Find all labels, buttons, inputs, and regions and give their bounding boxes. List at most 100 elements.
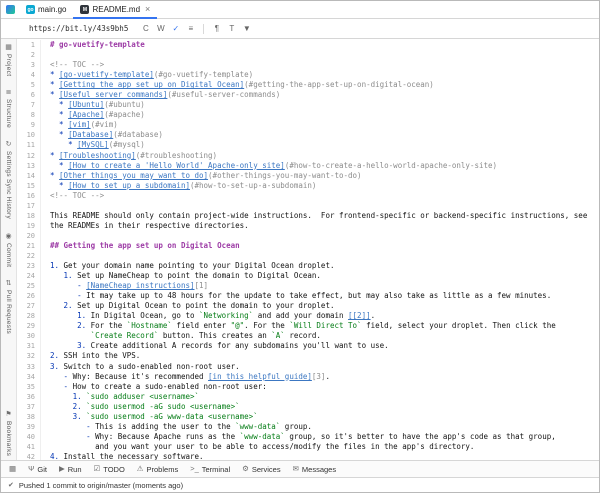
editor-line[interactable]: 35 - How to create a sudo-enabled non-ro…: [17, 382, 599, 392]
editor-line[interactable]: 18This README should only contain projec…: [17, 211, 599, 221]
pull-requests-icon: ⇅: [6, 280, 12, 288]
editor-line[interactable]: 39 - This is adding the user to the `www…: [17, 422, 599, 432]
tab-main-go[interactable]: gomain.go: [19, 1, 73, 18]
editor-line[interactable]: 22: [17, 251, 599, 261]
editor-line[interactable]: 333. Switch to a sudo-enabled non-root u…: [17, 362, 599, 372]
code-segment: [50, 341, 77, 350]
editor-line[interactable]: 322. SSH into the VPS.: [17, 351, 599, 361]
markdown-link[interactable]: [NameCheap instructions]: [86, 281, 194, 290]
editor-line[interactable]: 11 * [MySQL](#mysql): [17, 140, 599, 150]
editor-line[interactable]: 5* [Getting the app set up on Digital Oc…: [17, 80, 599, 90]
wrap-icon[interactable]: W: [154, 22, 167, 36]
editor-line[interactable]: 27 2. Set up Digital Ocean to point the …: [17, 301, 599, 311]
editor-line[interactable]: 20: [17, 231, 599, 241]
editor-line[interactable]: 30 `Create Record` button. This creates …: [17, 331, 599, 341]
markdown-link[interactable]: [MySQL]: [77, 140, 109, 149]
line-content: # go-vuetify-template: [41, 40, 145, 50]
filter-icon[interactable]: ▼: [240, 22, 253, 36]
tool-window-button-services[interactable]: ⚙Services: [242, 465, 281, 474]
editor-line[interactable]: 41 and you want your user to be able to …: [17, 442, 599, 452]
main-menu-button[interactable]: [1, 1, 19, 18]
tool-window-button-terminal[interactable]: >_Terminal: [190, 465, 230, 474]
markdown-link[interactable]: [How to create a 'Hello World' Apache-on…: [68, 161, 285, 170]
editor-line[interactable]: 28 1. In Digital Ocean, go to `Networkin…: [17, 311, 599, 321]
editor-line[interactable]: 3<!-- TOC -->: [17, 60, 599, 70]
tool-window-button-commit[interactable]: ◉Commit: [5, 233, 12, 267]
markdown-link[interactable]: [Apache]: [68, 110, 104, 119]
editor-line[interactable]: 7 * [Ubuntu](#ubuntu): [17, 100, 599, 110]
markdown-link[interactable]: [Getting the app set up on Digital Ocean…: [59, 80, 244, 89]
markdown-link[interactable]: [Other things you may want to do]: [59, 171, 208, 180]
link-url-text[interactable]: https://bit.ly/43s9bh5: [29, 24, 128, 33]
editor-line[interactable]: 37 2. `sudo usermod -aG sudo <username>`: [17, 402, 599, 412]
editor-line[interactable]: 12* [Troubleshooting](#troubleshooting): [17, 151, 599, 161]
editor-line[interactable]: 1# go-vuetify-template: [17, 40, 599, 50]
line-number: 3: [17, 60, 41, 70]
editor-line[interactable]: 424. Install the necessary software.: [17, 452, 599, 460]
editor-line[interactable]: 14* [Other things you may want to do](#o…: [17, 171, 599, 181]
tool-window-button-todo[interactable]: ☑TODO: [94, 465, 125, 474]
line-number: 40: [17, 432, 41, 442]
markdown-link[interactable]: [vim]: [68, 120, 91, 129]
problems-icon: ⚠: [137, 465, 144, 473]
editor-line[interactable]: 6* [Useful server commands](#useful-serv…: [17, 90, 599, 100]
markdown-link[interactable]: [Ubuntu]: [68, 100, 104, 109]
editor-line[interactable]: 13 * [How to create a 'Hello World' Apac…: [17, 161, 599, 171]
markdown-link[interactable]: [How to set up a subdomain]: [68, 181, 190, 190]
code-span-icon[interactable]: C: [139, 22, 152, 36]
layout-windows-icon[interactable]: ▦: [9, 465, 16, 473]
tool-window-button-settings-sync-history[interactable]: ↻Settings Sync History: [5, 141, 12, 219]
tool-window-button-bookmarks[interactable]: ⚑Bookmarks: [5, 411, 12, 456]
pilcrow-icon[interactable]: ¶: [210, 22, 223, 36]
markdown-link[interactable]: [in this helpful guide]: [208, 372, 312, 381]
close-tab-icon[interactable]: ×: [145, 5, 150, 14]
markdown-link[interactable]: [Useful server commands]: [59, 90, 167, 99]
text-style-icon[interactable]: T: [225, 22, 238, 36]
editor-line[interactable]: 19the READMEs in their respective direct…: [17, 221, 599, 231]
tool-window-button-project[interactable]: ▦Project: [5, 44, 12, 76]
editor-line[interactable]: 40 - Why: Because Apache runs as the `ww…: [17, 432, 599, 442]
markdown-link[interactable]: [[2]]: [348, 311, 371, 320]
code-segment: [1]: [195, 281, 209, 290]
editor-line[interactable]: 31 3. Create additional A records for an…: [17, 341, 599, 351]
tool-window-button-run[interactable]: ▶Run: [59, 465, 82, 474]
editor-line[interactable]: 25 - [NameCheap instructions][1]: [17, 281, 599, 291]
code-segment: `sudo adduser <username>`: [86, 392, 199, 401]
editor-line[interactable]: 9 * [vim](#vim): [17, 120, 599, 130]
tool-window-button-structure[interactable]: ≣Structure: [5, 89, 12, 128]
code-segment: [50, 402, 73, 411]
editor-line[interactable]: 2: [17, 50, 599, 60]
editor-line[interactable]: 26 - It may take up to 48 hours for the …: [17, 291, 599, 301]
editor-line[interactable]: 15 * [How to set up a subdomain](#how-to…: [17, 181, 599, 191]
line-number: 1: [17, 40, 41, 50]
editor-line[interactable]: 36 1. `sudo adduser <username>`: [17, 392, 599, 402]
tool-window-button-git[interactable]: ΨGit: [28, 465, 47, 474]
line-number: 10: [17, 130, 41, 140]
tool-window-label: Pull Requests: [5, 290, 12, 334]
editor-line[interactable]: 38 3. `sudo usermod -aG www-data <userna…: [17, 412, 599, 422]
tool-window-label: Settings Sync History: [5, 151, 12, 219]
tool-window-button-pull-requests[interactable]: ⇅ Pull Requests: [5, 280, 12, 334]
editor-line[interactable]: 16<!-- TOC -->: [17, 191, 599, 201]
code-segment: 1.: [77, 311, 91, 320]
editor-line[interactable]: 10 * [Database](#database): [17, 130, 599, 140]
spellcheck-icon[interactable]: ✓: [169, 22, 182, 36]
editor-line[interactable]: 34 - Why: Because it's recommended [in t…: [17, 372, 599, 382]
editor-line[interactable]: 231. Get your domain name pointing to yo…: [17, 261, 599, 271]
status-message[interactable]: Pushed 1 commit to origin/master (moment…: [19, 481, 183, 490]
tab-readme-md[interactable]: MREADME.md×: [73, 1, 157, 18]
editor-line[interactable]: 17: [17, 201, 599, 211]
list-icon[interactable]: ≡: [184, 22, 197, 36]
markdown-link[interactable]: [go-vuetify-template]: [59, 70, 154, 79]
tool-window-button-messages[interactable]: ✉Messages: [293, 465, 336, 474]
markdown-link[interactable]: [Troubleshooting]: [59, 151, 136, 160]
editor-line[interactable]: 29 2. For the `Hostname` field enter "@"…: [17, 321, 599, 331]
code-segment: record.: [285, 331, 321, 340]
editor-line[interactable]: 4* [go-vuetify-template](#go-vuetify-tem…: [17, 70, 599, 80]
markdown-link[interactable]: [Database]: [68, 130, 113, 139]
markdown-editor[interactable]: 1# go-vuetify-template23<!-- TOC -->4* […: [17, 39, 599, 460]
tool-window-button-problems[interactable]: ⚠Problems: [137, 465, 178, 474]
editor-line[interactable]: 21## Getting the app set up on Digital O…: [17, 241, 599, 251]
editor-line[interactable]: 8 * [Apache](#apache): [17, 110, 599, 120]
editor-line[interactable]: 24 1. Set up NameCheap to point the doma…: [17, 271, 599, 281]
